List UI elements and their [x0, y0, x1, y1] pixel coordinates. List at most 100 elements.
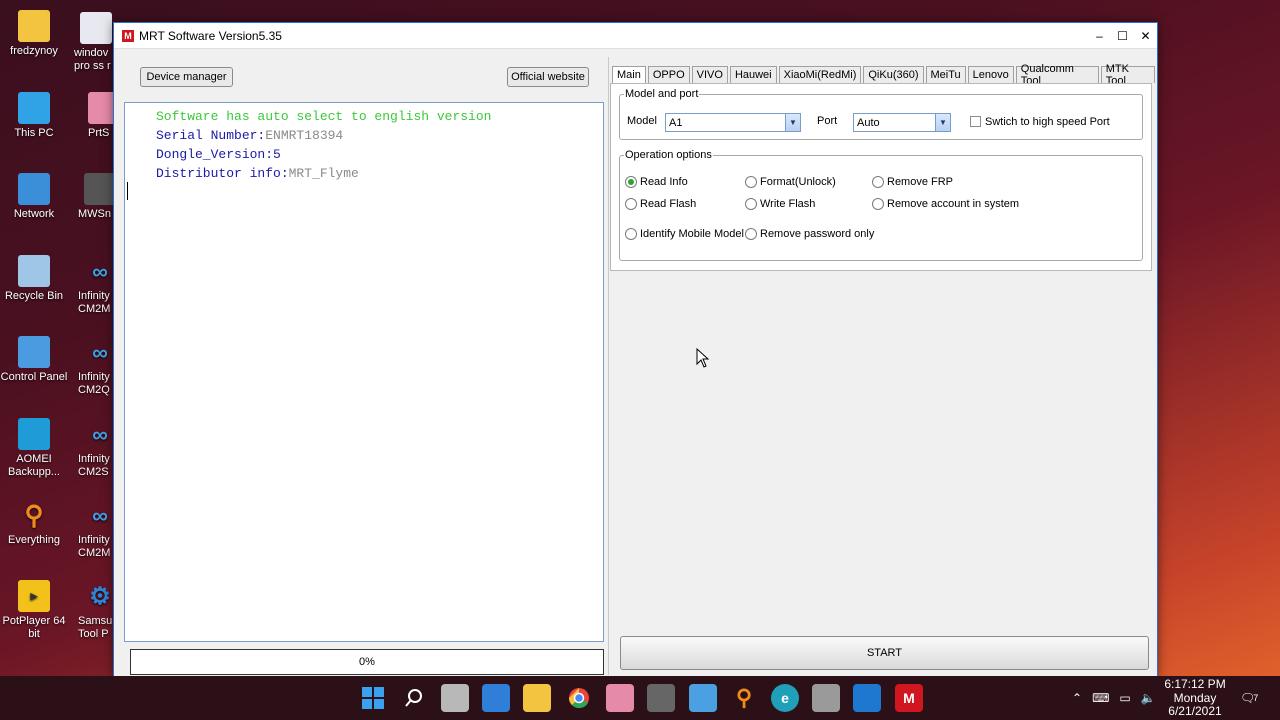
- chevron-down-icon[interactable]: ▼: [935, 114, 950, 131]
- desktop-icon-potplayer[interactable]: ▶ PotPlayer 64 bit: [0, 580, 70, 641]
- desktop-icon-aomei[interactable]: AOMEI Backupp...: [0, 418, 70, 479]
- desktop-icon-label: AOMEI Backupp...: [8, 453, 60, 478]
- radio-read-info[interactable]: Read Info: [625, 176, 688, 188]
- model-select[interactable]: A1 ▼: [665, 113, 801, 132]
- desktop-icon-samsung-tool[interactable]: ⚙ Samsu Tool P: [78, 580, 118, 641]
- official-website-button[interactable]: Official website: [507, 67, 589, 87]
- tab-strip: Main OPPO VIVO Hauwei XiaoMi(RedMi) QiKu…: [612, 63, 1157, 87]
- desktop-icon-infinity-1[interactable]: ∞ Infinity CM2M: [78, 255, 118, 316]
- chevron-down-icon[interactable]: ▼: [785, 114, 800, 131]
- desktop-icon-label: windov pro ss r: [74, 47, 111, 72]
- desktop-icon-control-panel[interactable]: Control Panel: [0, 336, 70, 384]
- device-manager-button[interactable]: Device manager: [140, 67, 233, 87]
- radio-remove-password[interactable]: Remove password only: [745, 228, 874, 240]
- radio-label: Read Flash: [640, 198, 697, 210]
- control-panel-icon: [18, 336, 50, 368]
- desktop-icon-recycle-bin[interactable]: Recycle Bin: [0, 255, 70, 303]
- chevron-up-icon[interactable]: ⌃: [1072, 691, 1082, 705]
- network-tray-icon[interactable]: ▭: [1119, 691, 1130, 705]
- radio-format-unlock[interactable]: Format(Unlock): [745, 176, 836, 188]
- tools-icon[interactable]: [812, 684, 840, 712]
- clock-time: 6:17:12 PM: [1164, 677, 1226, 691]
- folder-icon: [18, 10, 50, 42]
- gear-icon: ⚙: [89, 582, 111, 610]
- radio-read-flash[interactable]: Read Flash: [625, 198, 696, 210]
- desktop-icon-this-pc[interactable]: This PC: [0, 92, 70, 140]
- desktop-icon-label: PotPlayer 64 bit: [2, 615, 66, 640]
- radio-remove-account[interactable]: Remove account in system: [872, 198, 1019, 210]
- document-icon: [80, 12, 112, 44]
- desktop-icon-user-folder[interactable]: fredzynoy: [0, 10, 70, 58]
- system-tray: ⌃ ⌨ ▭ 🔈: [1072, 676, 1156, 720]
- camera-icon[interactable]: [647, 684, 675, 712]
- widgets-icon[interactable]: [482, 684, 510, 712]
- port-label: Port: [817, 115, 838, 127]
- prtscr-icon[interactable]: [606, 684, 634, 712]
- high-speed-label[interactable]: Swtich to high speed Port: [985, 116, 1110, 128]
- desktop-icon-windows-doc[interactable]: windov pro ss r: [74, 12, 114, 73]
- camera-icon: [84, 173, 116, 205]
- infinity-icon: ∞: [92, 502, 108, 528]
- desktop-icon-everything[interactable]: ⚲ Everything: [0, 499, 70, 547]
- progress-label: 0%: [359, 656, 375, 668]
- chrome-icon[interactable]: [565, 684, 593, 712]
- radio-label: Format(Unlock): [760, 176, 836, 188]
- tab-lenovo[interactable]: Lenovo: [967, 66, 1014, 83]
- desktop-icon-infinity-4[interactable]: ∞ Infinity CM2M: [78, 499, 118, 560]
- minimize-button[interactable]: –: [1088, 23, 1111, 49]
- radio-unselected-icon: [745, 176, 757, 188]
- log-output[interactable]: Software has auto select to english vers…: [124, 102, 604, 642]
- serial-value: ENMRT18394: [265, 128, 344, 143]
- desktop-icon-infinity-3[interactable]: ∞ Infinity CM2S: [78, 418, 118, 479]
- notification-count: 7: [1253, 693, 1259, 703]
- close-button[interactable]: ✕: [1134, 23, 1157, 49]
- clock-date: 6/21/2021: [1168, 704, 1222, 718]
- infinity-icon: ∞: [92, 258, 108, 284]
- radio-write-flash[interactable]: Write Flash: [745, 198, 815, 210]
- notepad-icon[interactable]: [689, 684, 717, 712]
- tab-meitu[interactable]: MeiTu: [925, 66, 966, 83]
- maximize-button[interactable]: ☐: [1111, 23, 1134, 49]
- tab-qiku[interactable]: QiKu(360): [863, 66, 924, 83]
- notification-center[interactable]: 🗨 7: [1240, 676, 1258, 720]
- tab-main[interactable]: Main: [612, 66, 646, 83]
- desktop-icon-mwsnap[interactable]: MWSn: [78, 173, 118, 221]
- recycle-bin-icon: [18, 255, 50, 287]
- tab-qualcomm-tool[interactable]: Qualcomm Tool: [1015, 63, 1099, 87]
- mrt-icon[interactable]: M: [895, 684, 923, 712]
- aomei-icon: [18, 418, 50, 450]
- tab-xiaomi[interactable]: XiaoMi(RedMi): [778, 66, 862, 83]
- port-select[interactable]: Auto ▼: [853, 113, 951, 132]
- radio-identify-model[interactable]: Identify Mobile Model: [625, 228, 744, 240]
- serial-label: Serial Number:: [156, 128, 266, 143]
- infinity-icon: ∞: [92, 421, 108, 447]
- desktop-icon-label: Infinity CM2M: [78, 290, 111, 315]
- search-icon[interactable]: [400, 684, 428, 712]
- keyboard-icon[interactable]: ⌨: [1092, 691, 1109, 705]
- radio-remove-frp[interactable]: Remove FRP: [872, 176, 953, 188]
- clock[interactable]: 6:17:12 PM Monday 6/21/2021: [1160, 677, 1230, 719]
- potplayer-icon: ▶: [18, 580, 50, 612]
- text-caret: [127, 182, 128, 200]
- task-view-icon[interactable]: [441, 684, 469, 712]
- desktop-icon-infinity-2[interactable]: ∞ Infinity CM2Q: [78, 336, 118, 397]
- high-speed-checkbox[interactable]: [970, 116, 981, 127]
- tab-mtk-tool[interactable]: MTK Tool: [1100, 63, 1155, 87]
- desktop-icon-network[interactable]: Network: [0, 173, 70, 221]
- photos-icon[interactable]: [853, 684, 881, 712]
- radio-unselected-icon: [625, 198, 637, 210]
- file-explorer-icon[interactable]: [523, 684, 551, 712]
- title-bar[interactable]: M MRT Software Version5.35 – ☐ ✕: [114, 23, 1157, 49]
- tab-oppo[interactable]: OPPO: [647, 66, 690, 83]
- start-button[interactable]: START: [620, 636, 1149, 670]
- infinity-icon: ∞: [92, 339, 108, 365]
- radio-label: Identify Mobile Model: [640, 228, 744, 240]
- mrt-app-icon: M: [122, 29, 134, 42]
- everything-icon[interactable]: ⚲: [730, 684, 758, 712]
- tab-huawei[interactable]: Hauwei: [729, 66, 777, 83]
- volume-icon[interactable]: 🔈: [1141, 691, 1156, 705]
- tab-vivo[interactable]: VIVO: [691, 66, 728, 83]
- edge-icon[interactable]: e: [771, 684, 799, 712]
- radio-unselected-icon: [625, 228, 637, 240]
- start-icon[interactable]: [359, 684, 387, 712]
